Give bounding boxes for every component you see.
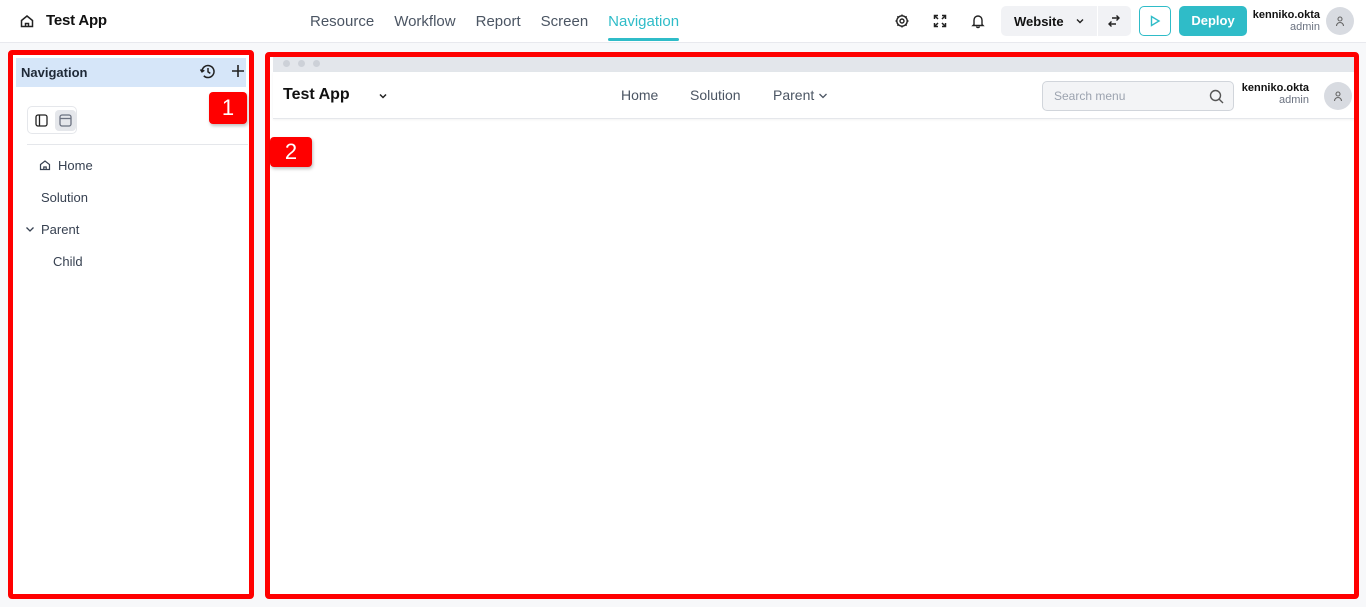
deploy-button[interactable]: Deploy	[1179, 6, 1247, 36]
navigation-panel-title: Navigation	[21, 65, 88, 80]
user-info: kenniko.okta admin	[1253, 9, 1320, 34]
window-dot	[283, 60, 290, 67]
annotation-badge-2: 2	[270, 137, 312, 167]
tab-report[interactable]: Report	[466, 0, 531, 43]
nav-tree-item-parent[interactable]: Parent	[25, 222, 79, 237]
preview-navbar: Test App Home Solution Parent kenniko.ok…	[273, 72, 1354, 119]
nav-tree-label: Solution	[41, 190, 88, 205]
navigation-panel-header: Navigation	[16, 58, 246, 87]
app-title: Test App	[46, 12, 107, 29]
tab-resource[interactable]: Resource	[300, 0, 384, 43]
fullscreen-icon[interactable]	[932, 13, 948, 29]
home-icon[interactable]	[19, 13, 35, 29]
tab-workflow[interactable]: Workflow	[384, 0, 465, 43]
nav-tree-item-child[interactable]: Child	[53, 254, 83, 269]
top-bar: Test App Resource Workflow Report Screen…	[0, 0, 1366, 43]
preview-nav-solution[interactable]: Solution	[690, 87, 741, 103]
navigation-panel: Navigation Home Solution Parent Child	[8, 50, 254, 599]
nav-tree-label: Child	[53, 254, 83, 269]
search-input[interactable]	[1043, 82, 1203, 110]
chevron-down-icon	[819, 93, 828, 99]
topbar-layout-icon	[59, 114, 72, 127]
mode-select-value: Website	[1014, 13, 1064, 29]
layout-toggle	[27, 106, 77, 134]
user-icon	[1335, 16, 1345, 27]
settings-icon[interactable]	[894, 13, 910, 29]
chevron-down-icon[interactable]	[25, 224, 35, 234]
divider	[27, 144, 248, 145]
topbar-layout-option[interactable]	[55, 110, 76, 131]
main-tabs: Resource Workflow Report Screen Navigati…	[300, 0, 689, 43]
sidebar-layout-option[interactable]	[31, 110, 52, 131]
preview-search	[1042, 81, 1234, 111]
app-preview: Test App Home Solution Parent kenniko.ok…	[265, 52, 1359, 599]
home-icon	[39, 160, 51, 171]
user-icon	[1333, 91, 1343, 102]
preview-user-name: kenniko.okta	[1241, 82, 1309, 94]
search-icon[interactable]	[1209, 89, 1224, 104]
chevron-down-icon	[1076, 19, 1084, 24]
preview-app-title: Test App	[283, 86, 350, 103]
preview-nav-parent[interactable]: Parent	[773, 87, 828, 103]
plus-icon[interactable]	[230, 63, 246, 79]
nav-tree-item-solution[interactable]: Solution	[41, 190, 88, 205]
browser-chrome	[273, 57, 1354, 72]
chevron-down-icon[interactable]	[378, 91, 388, 101]
tab-screen[interactable]: Screen	[531, 0, 599, 43]
history-icon[interactable]	[199, 63, 216, 80]
window-dot	[298, 60, 305, 67]
preview-button[interactable]	[1139, 6, 1171, 36]
annotation-badge-1: 1	[209, 92, 247, 124]
swap-button[interactable]	[1098, 6, 1131, 36]
preview-user-info: kenniko.okta admin	[1242, 82, 1309, 107]
tab-navigation[interactable]: Navigation	[598, 0, 689, 43]
mode-select[interactable]: Website	[1001, 6, 1097, 36]
preview-user-role: admin	[1279, 94, 1309, 106]
user-role: admin	[1290, 21, 1320, 33]
avatar[interactable]	[1326, 7, 1354, 35]
nav-tree-label: Home	[58, 158, 93, 173]
swap-icon	[1108, 15, 1120, 27]
nav-tree-label: Parent	[41, 222, 80, 237]
user-name: kenniko.okta	[1252, 9, 1320, 21]
preview-nav-parent-label: Parent	[773, 87, 815, 103]
preview-avatar[interactable]	[1324, 82, 1352, 110]
play-icon	[1150, 15, 1161, 27]
bell-icon[interactable]	[970, 13, 986, 29]
sidebar-layout-icon	[35, 114, 48, 127]
window-dot	[313, 60, 320, 67]
preview-nav-home[interactable]: Home	[621, 87, 658, 103]
nav-tree-item-home[interactable]: Home	[39, 158, 93, 173]
